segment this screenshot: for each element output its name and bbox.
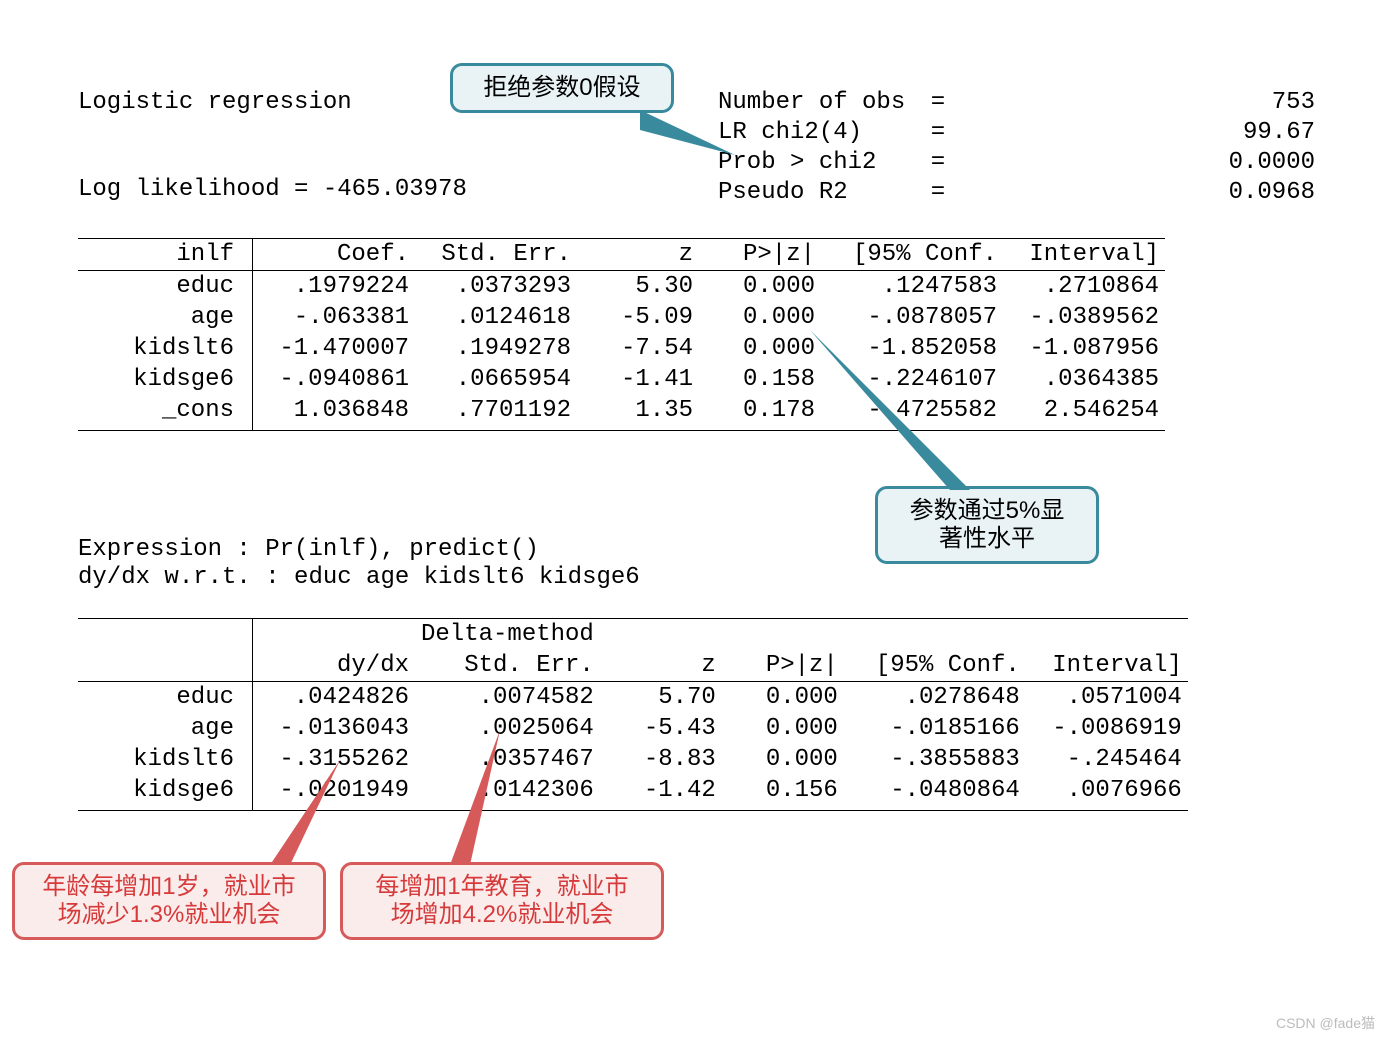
depvar: inlf [78,239,253,271]
callout-educ-effect: 每增加1年教育，就业市 场增加4.2%就业机会 [340,862,664,940]
table-row: kidsge6-.0201949.0142306-1.420.156-.0480… [78,775,1188,811]
callout-age-effect: 年龄每增加1岁，就业市 场减少1.3%就业机会 [12,862,326,940]
dydx-wrt-line: dy/dx w.r.t. : educ age kidslt6 kidsge6 [78,564,640,592]
table-row: kidslt6-1.470007.1949278-7.540.000-1.852… [78,333,1165,364]
delta-method-label: Delta-method [415,619,600,651]
log-likelihood: Log likelihood = -465.03978 [78,176,467,203]
stat-probchi2: Prob > chi2 = 0.0000 [718,148,1325,178]
callout-significance: 参数通过5%显 著性水平 [875,486,1099,564]
table-row: age-.063381.0124618-5.090.000-.0878057-.… [78,302,1165,333]
stat-lrchi2: LR chi2(4) = 99.67 [718,118,1325,148]
expression-line: Expression : Pr(inlf), predict() [78,536,640,564]
watermark: CSDN @fade猫 [1276,1013,1375,1033]
table-row: educ.1979224.03732935.300.000.1247583.27… [78,271,1165,303]
table-row: _cons1.036848.77011921.350.178-.47255822… [78,395,1165,431]
table-row: educ.0424826.00745825.700.000.0278648.05… [78,682,1188,714]
table-row: age-.0136043.0025064-5.430.000-.0185166-… [78,713,1188,744]
stat-nobs: Number of obs = 753 [718,88,1325,118]
stat-pseudor2: Pseudo R2 = 0.0968 [718,178,1325,208]
coef-table: inlf Coef. Std. Err. z P>|z| [95% Conf. … [78,238,1165,431]
callout-reject-null: 拒绝参数0假设 [450,63,674,113]
table-row: kidsge6-.0940861.0665954-1.410.158-.2246… [78,364,1165,395]
marginal-effects-table: Delta-method dy/dx Std. Err. z P>|z| [95… [78,618,1188,811]
table-row: kidslt6-.3155262.0357467-8.830.000-.3855… [78,744,1188,775]
margins-expression: Expression : Pr(inlf), predict() dy/dx w… [78,536,640,592]
